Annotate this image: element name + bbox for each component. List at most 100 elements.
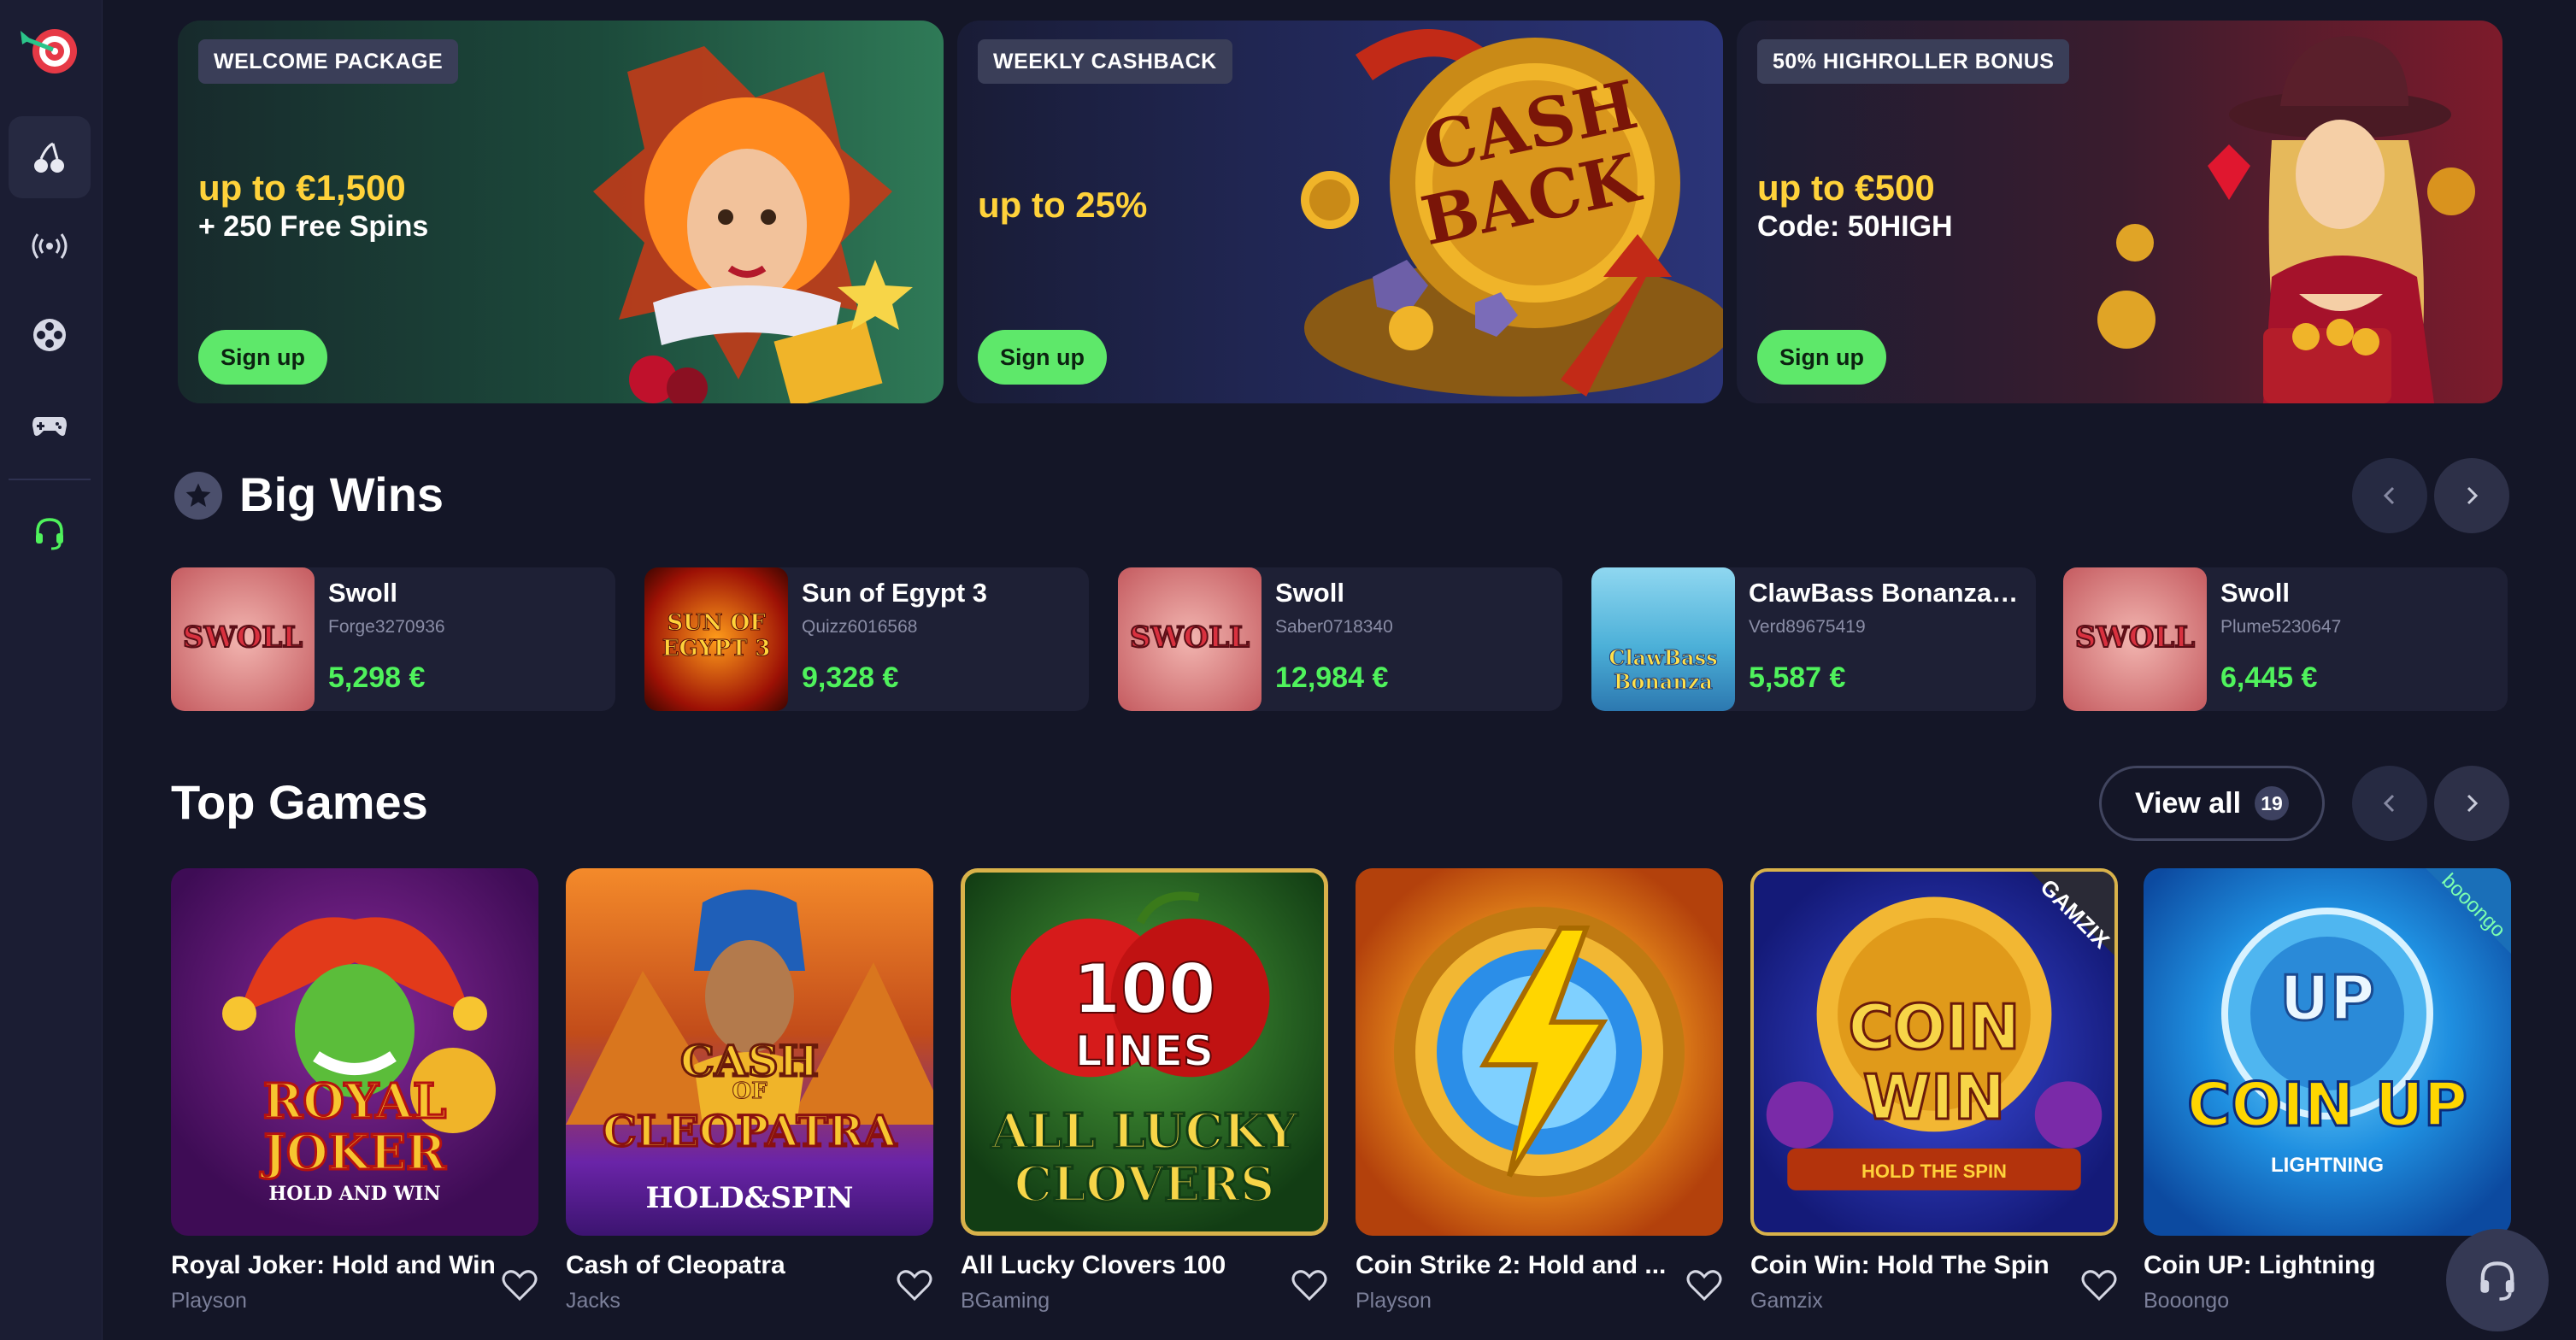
game-thumbnail[interactable] <box>1356 868 1723 1236</box>
thumb-logo-text: SWOLL <box>1129 620 1250 655</box>
promo-banner-highroller[interactable]: 50% HIGHROLLER BONUS up to €500 Code: 50… <box>1737 21 2502 403</box>
sign-up-button[interactable]: Sign up <box>1757 330 1886 385</box>
win-game-name: Swoll <box>2220 578 2290 608</box>
game-card[interactable]: UP COIN UP LIGHTNING booongo Coin UP: Li… <box>2144 868 2511 1313</box>
win-username: Verd89675419 <box>1749 617 1866 637</box>
thumb-logo-text: COIN <box>1847 990 2021 1065</box>
game-card[interactable]: ROYAL JOKER HOLD AND WIN Royal Joker: Ho… <box>171 868 538 1313</box>
gamepad-icon <box>32 417 67 436</box>
cowgirl-illustration <box>2097 36 2475 403</box>
promo-banner-welcome[interactable]: WELCOME PACKAGE up to €1,500 + 250 Free … <box>178 21 944 403</box>
win-amount: 6,445 € <box>2220 661 2318 694</box>
heart-icon[interactable] <box>896 1267 933 1304</box>
sidebar-item-films[interactable] <box>9 294 91 376</box>
win-amount: 9,328 € <box>802 661 899 694</box>
thumb-logo-text: CLOVERS <box>1013 1155 1276 1214</box>
thumb-logo-text: CLEOPATRA <box>601 1105 897 1158</box>
game-name: Coin Win: Hold The Spin <box>1750 1251 2050 1279</box>
live-broadcast-icon <box>32 233 68 259</box>
thumb-logo-text: UP <box>2279 961 2376 1036</box>
game-thumbnail[interactable]: 100 LINES ALL LUCKY CLOVERS <box>961 868 1328 1236</box>
logo[interactable] <box>15 17 84 85</box>
sidebar-item-support[interactable] <box>9 492 91 574</box>
big-wins-prev-button[interactable] <box>2352 458 2427 533</box>
sign-up-button[interactable]: Sign up <box>978 330 1107 385</box>
game-thumbnail[interactable]: CASH OF CLEOPATRA HOLD&SPIN <box>566 868 933 1236</box>
win-username: Forge3270936 <box>328 617 445 637</box>
win-game-name: ClawBass Bonanza: ... <box>1749 578 2022 608</box>
sign-up-button[interactable]: Sign up <box>198 330 327 385</box>
sidebar-item-games[interactable] <box>9 383 91 465</box>
top-games-next-button[interactable] <box>2434 766 2509 841</box>
game-thumbnail: SWOLL <box>171 567 315 711</box>
big-win-card[interactable]: SUN OF EGYPT 3 Sun of Egypt 3 Quizz60165… <box>644 567 1089 711</box>
game-thumbnail: SWOLL <box>2063 567 2207 711</box>
game-name: Cash of Cleopatra <box>566 1251 785 1279</box>
big-win-card[interactable]: ClawBass Bonanza ClawBass Bonanza: ... V… <box>1591 567 2036 711</box>
sidebar-divider <box>9 479 91 480</box>
thumb-logo-text: ALL LUCKY <box>990 1102 1299 1161</box>
big-win-card[interactable]: SWOLL Swoll Saber0718340 12,984 € <box>1118 567 1562 711</box>
game-provider: Playson <box>171 1289 247 1313</box>
headset-icon <box>2480 1261 2514 1301</box>
thumb-logo-text: LIGHTNING <box>2271 1154 2384 1177</box>
star-icon <box>174 472 222 520</box>
cherries-icon <box>34 142 64 173</box>
game-thumbnail[interactable]: UP COIN UP LIGHTNING booongo <box>2144 868 2511 1236</box>
banner-title: up to €500 <box>1757 168 1935 208</box>
sidebar <box>0 0 103 1340</box>
game-provider: Gamzix <box>1750 1289 1823 1313</box>
game-name: Royal Joker: Hold and Win <box>171 1251 496 1279</box>
big-wins-next-button[interactable] <box>2434 458 2509 533</box>
games-count-badge: 19 <box>2255 786 2290 820</box>
thumb-logo-text: JOKER <box>262 1124 447 1183</box>
game-thumbnail: ClawBass Bonanza <box>1591 567 1735 711</box>
heart-icon[interactable] <box>501 1267 538 1304</box>
sidebar-item-live[interactable] <box>9 205 91 287</box>
thumb-logo-text: WIN <box>1861 1061 2006 1135</box>
banner-tag: 50% HIGHROLLER BONUS <box>1757 39 2070 84</box>
heart-icon[interactable] <box>2080 1267 2118 1304</box>
heart-icon[interactable] <box>1685 1267 1723 1304</box>
promo-banner-cashback[interactable]: CASH BACK WEEKLY CASHBACK up to 25% Sign… <box>957 21 1723 403</box>
game-thumbnail[interactable]: ROYAL JOKER HOLD AND WIN <box>171 868 538 1236</box>
chevron-left-icon <box>2383 486 2395 505</box>
banner-tag: WEEKLY CASHBACK <box>978 39 1232 84</box>
lightning-coin-illustration <box>1394 907 1685 1197</box>
chevron-right-icon <box>2467 794 2479 813</box>
top-games-prev-button[interactable] <box>2352 766 2427 841</box>
game-card[interactable]: CASH OF CLEOPATRA HOLD&SPIN Cash of Cleo… <box>566 868 933 1313</box>
support-chat-button[interactable] <box>2446 1229 2549 1331</box>
big-wins-title: Big Wins <box>239 467 444 521</box>
banner-title: up to €1,500 <box>198 168 406 208</box>
game-thumbnail[interactable]: COIN WIN HOLD THE SPIN GAMZIX <box>1750 868 2118 1236</box>
film-reel-icon <box>33 319 66 351</box>
thumb-logo-text: HOLD&SPIN <box>645 1181 854 1215</box>
view-all-button[interactable]: View all 19 <box>2099 766 2325 841</box>
big-win-card[interactable]: SWOLL Swoll Forge3270936 5,298 € <box>171 567 615 711</box>
coin-up-illustration <box>2221 868 2511 1120</box>
game-provider: Playson <box>1356 1289 1432 1313</box>
chevron-left-icon <box>2383 794 2395 813</box>
top-games-title: Top Games <box>171 775 428 829</box>
thumb-logo-text: OF <box>732 1078 768 1105</box>
heart-icon[interactable] <box>1291 1267 1328 1304</box>
thumb-logo-text: HOLD THE SPIN <box>1861 1161 2007 1182</box>
win-amount: 5,587 € <box>1749 661 1846 694</box>
game-thumbnail: SUN OF EGYPT 3 <box>644 567 788 711</box>
thumb-logo-text: 100 <box>1073 949 1217 1030</box>
banner-subtitle: + 250 Free Spins <box>198 210 429 243</box>
sidebar-item-slots[interactable] <box>9 116 91 198</box>
headset-icon <box>36 518 63 550</box>
game-card[interactable]: COIN WIN HOLD THE SPIN GAMZIX Coin Win: … <box>1750 868 2118 1313</box>
dart-target-icon <box>21 29 77 73</box>
big-win-card[interactable]: SWOLL Swoll Plume5230647 6,445 € <box>2063 567 2508 711</box>
cashback-coin-illustration: CASH BACK <box>1301 29 1723 397</box>
thumb-logo-text: SWOLL <box>2074 620 2196 655</box>
game-provider: Jacks <box>566 1289 620 1313</box>
win-game-name: Swoll <box>1275 578 1344 608</box>
game-card[interactable]: 100 LINES ALL LUCKY CLOVERS All Lucky Cl… <box>961 868 1328 1313</box>
win-game-name: Sun of Egypt 3 <box>802 578 987 608</box>
game-card[interactable]: Coin Strike 2: Hold and ... Playson <box>1356 868 1723 1313</box>
jester-queen-illustration <box>593 46 913 403</box>
